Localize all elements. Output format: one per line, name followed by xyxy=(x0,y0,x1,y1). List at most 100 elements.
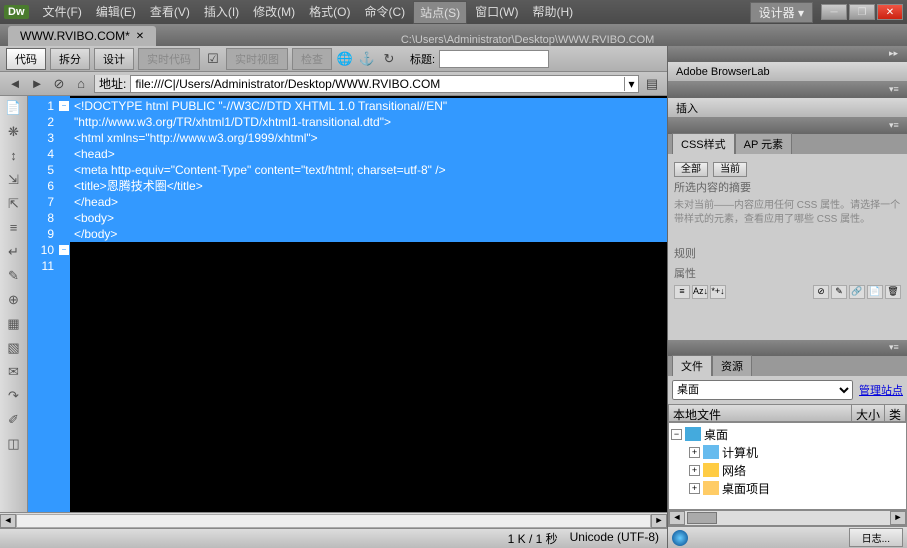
address-value[interactable]: file:///C|/Users/Administrator/Desktop/W… xyxy=(131,77,624,91)
css-styles-tab[interactable]: CSS样式 xyxy=(672,133,735,154)
prop-icon[interactable]: Aᴢ↓ xyxy=(692,285,708,299)
menu-modify[interactable]: 修改(M) xyxy=(247,1,301,24)
live-code-button[interactable]: 实时代码 xyxy=(138,48,200,70)
css-current-button[interactable]: 当前 xyxy=(713,162,747,177)
prop-icon[interactable]: ⊘ xyxy=(813,285,829,299)
prop-icon[interactable]: *+↓ xyxy=(710,285,726,299)
browserlab-panel-header[interactable]: Adobe BrowserLab xyxy=(668,62,907,82)
col-size[interactable]: 大小 xyxy=(852,405,885,421)
document-tab[interactable]: WWW.RVIBO.COM* ✕ xyxy=(8,26,156,46)
home-icon[interactable]: ⌂ xyxy=(72,75,90,93)
ap-elements-tab[interactable]: AP 元素 xyxy=(735,133,793,154)
workspace-switcher[interactable]: 设计器 ▾ xyxy=(750,2,813,23)
comment-icon[interactable]: ✉ xyxy=(5,364,23,382)
scroll-left-icon[interactable]: ◄ xyxy=(669,511,685,525)
code-content[interactable]: <!DOCTYPE html PUBLIC "-//W3C//DTD XHTML… xyxy=(70,96,667,512)
site-select[interactable]: 桌面 xyxy=(672,380,853,400)
stop-icon[interactable]: ⊘ xyxy=(50,75,68,93)
forward-icon[interactable]: ► xyxy=(28,75,46,93)
ruler-icon[interactable]: ◫ xyxy=(5,436,23,454)
panel-dd-icon[interactable]: ▾≡ xyxy=(889,342,903,354)
code-toolbar: 📄 ❋ ↕ ⇲ ⇱ ≡ ↵ ✎ ⊕ ▦ ▧ ✉ ↷ ✐ ◫ xyxy=(0,96,28,512)
scroll-right-icon[interactable]: ► xyxy=(651,514,667,528)
css-all-button[interactable]: 全部 xyxy=(674,162,708,177)
panel-dd-icon[interactable]: ▾≡ xyxy=(889,120,903,132)
link-icon[interactable]: ⚓ xyxy=(358,50,376,68)
panel-dd-icon[interactable]: ▾≡ xyxy=(889,84,903,96)
assets-tab[interactable]: 资源 xyxy=(712,355,752,376)
menu-file[interactable]: 文件(F) xyxy=(37,1,88,24)
prop-icon[interactable]: ✎ xyxy=(831,285,847,299)
insert-panel-header[interactable]: 插入 xyxy=(668,98,907,118)
tree-expand-icon[interactable]: + xyxy=(689,465,700,476)
minimize-button[interactable]: ─ xyxy=(821,4,847,20)
expand-icon[interactable]: ⇱ xyxy=(5,196,23,214)
menu-format[interactable]: 格式(O) xyxy=(303,1,356,24)
refresh-icon[interactable]: ↻ xyxy=(380,50,398,68)
manage-sites-link[interactable]: 管理站点 xyxy=(859,382,903,398)
tree-row-computer[interactable]: + 计算机 xyxy=(671,443,904,461)
address-dropdown-icon[interactable]: ▾ xyxy=(624,77,638,91)
title-input[interactable] xyxy=(439,50,549,68)
connect-icon[interactable] xyxy=(672,530,688,546)
tree-expand-icon[interactable]: + xyxy=(689,447,700,458)
snippet-icon[interactable]: ⊕ xyxy=(5,292,23,310)
menu-insert[interactable]: 插入(I) xyxy=(198,1,245,24)
tree-expand-icon[interactable]: − xyxy=(671,429,682,440)
col-local[interactable]: 本地文件 xyxy=(669,405,852,421)
new-file-icon[interactable]: 📄 xyxy=(5,100,23,118)
col-type[interactable]: 类 xyxy=(885,405,906,421)
title-label: 标题: xyxy=(410,51,435,67)
globe-icon[interactable]: 🌐 xyxy=(336,50,354,68)
fold-marker[interactable]: − xyxy=(59,101,69,111)
format-icon[interactable]: ✐ xyxy=(5,412,23,430)
file-hscroll[interactable]: ◄ ► xyxy=(668,510,907,526)
files-tab[interactable]: 文件 xyxy=(672,355,712,376)
inspect-button[interactable]: 检查 xyxy=(292,48,332,70)
maximize-button[interactable]: ❐ xyxy=(849,4,875,20)
log-button[interactable]: 日志... xyxy=(849,528,903,547)
menu-help[interactable]: 帮助(H) xyxy=(526,1,579,24)
view-code-button[interactable]: 代码 xyxy=(6,48,46,70)
live-view-button[interactable]: 实时视图 xyxy=(226,48,288,70)
menu-view[interactable]: 查看(V) xyxy=(144,1,196,24)
menu-site[interactable]: 站点(S) xyxy=(413,1,467,24)
prop-icon[interactable]: 🔗 xyxy=(849,285,865,299)
wrap-icon[interactable]: ↷ xyxy=(5,388,23,406)
fold-marker[interactable]: − xyxy=(59,245,69,255)
prop-icon[interactable]: 🗑 xyxy=(885,285,901,299)
outdent-icon[interactable]: ▧ xyxy=(5,340,23,358)
menu-commands[interactable]: 命令(C) xyxy=(358,1,411,24)
tree-expand-icon[interactable]: + xyxy=(689,483,700,494)
tree-row-desktop-items[interactable]: + 桌面项目 xyxy=(671,479,904,497)
close-button[interactable]: ✕ xyxy=(877,4,903,20)
balance-icon[interactable]: ≡ xyxy=(5,220,23,238)
file-tree[interactable]: − 桌面 + 计算机 + 网络 + 桌面项目 xyxy=(668,422,907,510)
scroll-thumb[interactable] xyxy=(687,512,717,524)
check-icon[interactable]: ☑ xyxy=(204,50,222,68)
scroll-left-icon[interactable]: ◄ xyxy=(0,514,16,528)
tree-label: 桌面 xyxy=(704,426,728,443)
panel-menu-icon[interactable]: ▸▸ xyxy=(889,48,903,60)
line-icon[interactable]: ↵ xyxy=(5,244,23,262)
wand-icon[interactable]: ↕ xyxy=(5,148,23,166)
highlight-icon[interactable]: ✎ xyxy=(5,268,23,286)
collapse-icon[interactable]: ⇲ xyxy=(5,172,23,190)
gear-icon[interactable]: ❋ xyxy=(5,124,23,142)
document-path: C:\Users\Administrator\Desktop\WWW.RVIBO… xyxy=(156,34,899,46)
tree-row-network[interactable]: + 网络 xyxy=(671,461,904,479)
view-design-button[interactable]: 设计 xyxy=(94,48,134,70)
close-tab-icon[interactable]: ✕ xyxy=(136,31,144,42)
editor-hscroll[interactable]: ◄ ► xyxy=(0,512,667,528)
computer-icon xyxy=(703,445,719,459)
back-icon[interactable]: ◄ xyxy=(6,75,24,93)
prop-icon[interactable]: 📄 xyxy=(867,285,883,299)
indent-icon[interactable]: ▦ xyxy=(5,316,23,334)
view-split-button[interactable]: 拆分 xyxy=(50,48,90,70)
prop-icon[interactable]: ≡ xyxy=(674,285,690,299)
tree-row-desktop[interactable]: − 桌面 xyxy=(671,425,904,443)
list-icon[interactable]: ▤ xyxy=(643,75,661,93)
menu-edit[interactable]: 编辑(E) xyxy=(90,1,142,24)
scroll-right-icon[interactable]: ► xyxy=(890,511,906,525)
menu-window[interactable]: 窗口(W) xyxy=(469,1,524,24)
